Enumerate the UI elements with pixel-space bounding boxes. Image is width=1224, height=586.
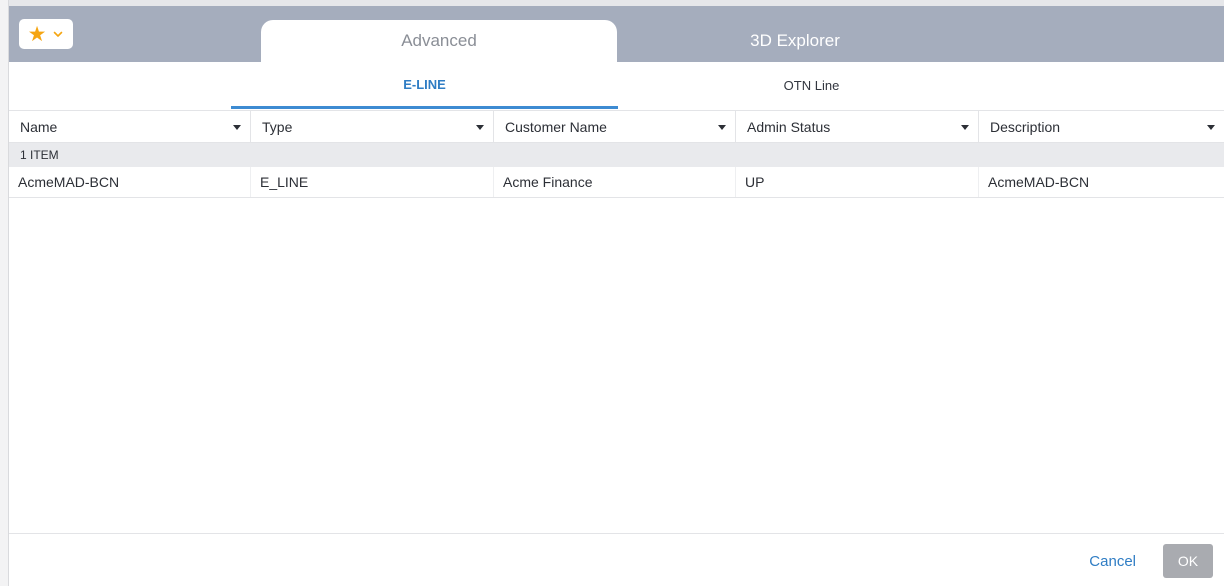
cell-admin-status: UP: [736, 167, 979, 197]
tab-advanced-label: Advanced: [401, 31, 477, 50]
column-header-label: Name: [20, 118, 58, 135]
column-header-name[interactable]: Name: [9, 111, 251, 142]
cancel-button[interactable]: Cancel: [1089, 548, 1136, 574]
column-header-label: Customer Name: [505, 118, 607, 135]
table-header: Name Type Customer Name Admin Status Des…: [9, 110, 1224, 143]
column-header-description[interactable]: Description: [979, 111, 1224, 142]
service-type-tabs: E-LINE OTN Line: [9, 62, 1224, 109]
tab-3d-explorer-label: 3D Explorer: [750, 31, 840, 50]
subtab-otn-line[interactable]: OTN Line: [618, 62, 1005, 109]
column-header-label: Type: [262, 118, 293, 135]
page: ★ Advanced 3D Explorer E-LINE OTN Line N…: [0, 0, 1224, 586]
subtab-otn-line-label: OTN Line: [783, 78, 840, 93]
tab-3d-explorer[interactable]: 3D Explorer: [617, 20, 973, 62]
cell-name: AcmeMAD-BCN: [9, 167, 251, 197]
cell-customer-name: Acme Finance: [494, 167, 736, 197]
dialog-footer: Cancel OK: [9, 533, 1224, 586]
cell-description: AcmeMAD-BCN: [988, 174, 1090, 190]
favorites-button[interactable]: ★: [19, 19, 73, 49]
column-header-label: Admin Status: [747, 118, 831, 135]
caret-down-icon[interactable]: [476, 124, 484, 130]
table-row[interactable]: AcmeMAD-BCN E_LINE Acme Finance UP AcmeM…: [9, 167, 1224, 198]
caret-down-icon[interactable]: [233, 124, 241, 130]
tab-advanced[interactable]: Advanced: [261, 20, 617, 62]
star-icon: ★: [27, 21, 47, 46]
group-row: 1 ITEM: [9, 143, 1224, 167]
column-header-label: Description: [990, 118, 1061, 135]
caret-down-icon[interactable]: [1207, 124, 1215, 130]
dialog-header: ★ Advanced 3D Explorer: [9, 6, 1224, 62]
group-count-label: 1 ITEM: [20, 148, 59, 162]
caret-down-icon[interactable]: [961, 124, 969, 130]
subtab-e-line-label: E-LINE: [403, 76, 446, 92]
select-service-dialog: ★ Advanced 3D Explorer E-LINE OTN Line N…: [9, 6, 1224, 586]
subtab-e-line[interactable]: E-LINE: [231, 62, 618, 109]
background-window-edge: [0, 0, 9, 586]
chevron-down-icon: [54, 31, 63, 37]
cell-type: E_LINE: [251, 167, 494, 197]
ok-button[interactable]: OK: [1163, 544, 1213, 578]
caret-down-icon[interactable]: [718, 124, 726, 130]
column-header-type[interactable]: Type: [251, 111, 494, 142]
column-header-admin-status[interactable]: Admin Status: [736, 111, 979, 142]
column-header-customer-name[interactable]: Customer Name: [494, 111, 736, 142]
